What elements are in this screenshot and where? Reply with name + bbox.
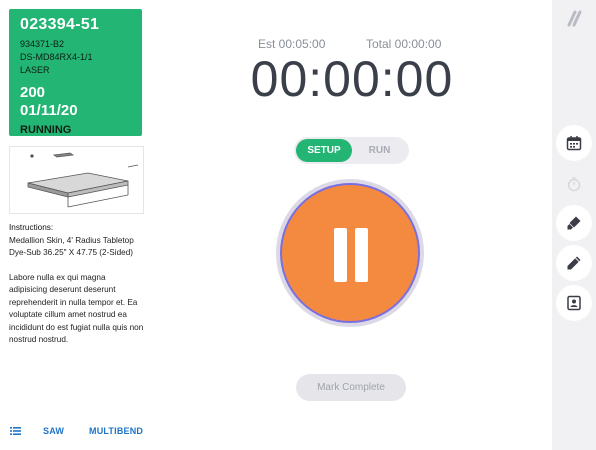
instructions-notes: Labore nulla ex qui magna adipisicing de… (9, 272, 144, 345)
mode-run-button[interactable]: RUN (352, 139, 407, 162)
calendar-icon (566, 136, 582, 151)
part-drawing[interactable] (9, 146, 144, 214)
timer-display: 00:00:00 (250, 51, 454, 107)
mode-setup-button[interactable]: SETUP (296, 139, 352, 162)
instructions-text: Medallion Skin, 4' Radius Tabletop Dye-S… (9, 235, 134, 258)
contact-card-icon (567, 295, 581, 311)
pause-icon-bar (355, 228, 368, 282)
quantity: 200 (20, 84, 46, 101)
pause-icon (334, 228, 347, 282)
instructions: Instructions: Medallion Skin, 4' Radius … (9, 222, 144, 347)
logo-slash-icon (564, 8, 584, 28)
part-description: DS-MD84RX4-1/1 (20, 52, 93, 62)
right-sidebar (552, 0, 596, 450)
stopwatch-icon (567, 177, 581, 192)
pause-button-face (280, 183, 420, 323)
stopwatch-button[interactable] (556, 166, 592, 202)
job-status: RUNNING (20, 124, 72, 136)
pause-button[interactable] (276, 179, 424, 327)
calendar-button[interactable] (556, 125, 592, 161)
marker-icon (567, 216, 581, 230)
estimated-time: Est 00:05:00 (258, 37, 326, 51)
part-number: 934371-B2 (20, 39, 65, 49)
total-time: Total 00:00:00 (366, 37, 442, 51)
pencil-icon (567, 256, 581, 270)
nav-link-saw[interactable]: SAW (43, 426, 64, 436)
process-label: LASER (20, 65, 50, 75)
left-panel: 023394-51 934371-B2 DS-MD84RX4-1/1 LASER… (0, 0, 152, 450)
marker-button[interactable] (556, 205, 592, 241)
job-card[interactable]: 023394-51 934371-B2 DS-MD84RX4-1/1 LASER… (9, 9, 142, 136)
due-date: 01/11/20 (20, 102, 78, 119)
mode-toggle: SETUP RUN (294, 137, 409, 164)
timer-panel: Est 00:05:00 Total 00:00:00 00:00:00 SET… (152, 0, 552, 450)
mark-complete-button[interactable]: Mark Complete (296, 374, 406, 401)
instructions-label: Instructions (9, 223, 51, 232)
nav-link-multibend[interactable]: MULTIBEND (89, 426, 143, 436)
pencil-button[interactable] (556, 245, 592, 281)
part-drawing-image (27, 152, 139, 208)
job-number: 023394-51 (20, 16, 100, 33)
contact-card-button[interactable] (556, 285, 592, 321)
list-icon[interactable] (10, 426, 22, 436)
